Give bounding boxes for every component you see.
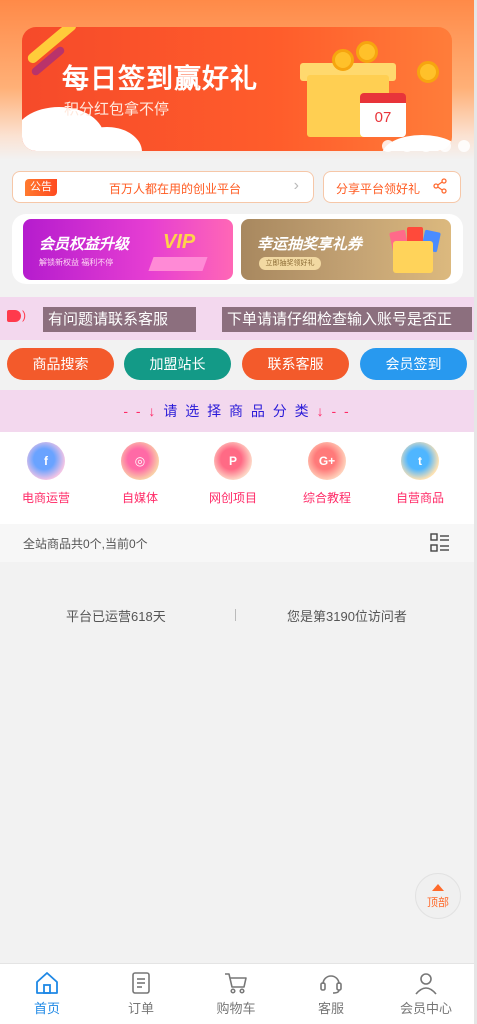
nav-label: 首页 [33,1001,60,1016]
join-agent-button[interactable]: 加盟站长 [124,348,231,380]
back-to-top-label: 顶部 [427,897,449,909]
notice-text: 百万人都在用的创业平台 [109,182,242,196]
share-label: 分享平台领好礼 [336,182,421,196]
category-online-projects[interactable]: P 网创项目 [193,442,273,506]
lucky-draw-card[interactable]: 幸运抽奖享礼券 立即抽奖领好礼 [241,219,451,280]
gift-box-icon [393,241,433,273]
bottom-navigation: 首页 订单 购物车 客服 会员中心 [0,963,474,1024]
nav-home[interactable]: 首页 [0,970,94,1017]
nav-label: 购物车 [216,1001,256,1016]
member-sign-in-button[interactable]: 会员签到 [360,348,467,380]
speaker-icon [7,310,21,322]
speaker-wave-icon: ) [22,308,26,322]
promo-section: 会员权益升级 解锁新权益 福利不停 VIP 幸运抽奖享礼券 立即抽奖领好礼 [12,214,463,284]
page: 每日签到赢好礼 积分红包拿不停 07 公告 百万人都在用的创业平台 › 分享平台… [0,0,474,1024]
pagination-dot[interactable] [382,140,394,152]
calendar-day: 07 [374,109,392,126]
coin-icon [417,61,439,83]
headset-icon [318,970,344,996]
marquee-item: 有问题请联系客服 [43,307,196,332]
prompt-text: 请 选 择 商 品 分 类 [163,403,311,419]
nav-cart[interactable]: 购物车 [189,970,283,1017]
nav-orders[interactable]: 订单 [94,970,188,1017]
nav-label: 订单 [127,1001,154,1016]
category-label: 自媒体 [121,491,158,505]
share-button[interactable]: 分享平台领好礼 [323,171,461,203]
calendar-icon: 07 [360,93,406,137]
vip-plate-decoration [148,257,208,271]
nav-member-center[interactable]: 会员中心 [379,970,473,1017]
cart-icon [223,970,249,996]
category-prompt: - - ↓ 请 选 择 商 品 分 类 ↓ - - [0,390,474,432]
notice-bar[interactable]: 公告 百万人都在用的创业平台 › [12,171,314,203]
category-label: 网创项目 [208,491,257,505]
share-icon [432,178,448,197]
category-own-products[interactable]: t 自营商品 [380,442,460,506]
visitor-count-text: 您是第3190位访问者 [287,609,407,624]
promo-title: 会员权益升级 [39,236,130,253]
pagination-dot[interactable] [458,140,470,152]
vip-upgrade-card[interactable]: 会员权益升级 解锁新权益 福利不停 VIP [23,219,233,280]
prompt-decoration: ↓ - - [316,403,351,419]
sign-in-banner[interactable]: 每日签到赢好礼 积分红包拿不停 07 [22,27,452,151]
promo-subtitle: 立即抽奖领好礼 [259,257,321,270]
order-icon [128,970,154,996]
nav-service[interactable]: 客服 [284,970,378,1017]
layout-toggle-icon[interactable] [430,533,450,553]
coin-icon [332,49,354,71]
notice-tag: 公告 [25,179,57,196]
banner-title: 每日签到赢好礼 [62,64,258,94]
nav-label: 会员中心 [399,1001,452,1016]
category-tutorials[interactable]: G+ 综合教程 [287,442,367,506]
product-search-button[interactable]: 商品搜索 [7,348,114,380]
promo-subtitle: 解锁新权益 福利不停 [39,258,114,267]
pagination-dot[interactable] [420,140,432,152]
facebook-icon: f [27,442,65,480]
nav-label: 客服 [317,1001,344,1016]
instagram-icon: ◎ [121,442,159,480]
category-label: 电商运营 [21,491,70,505]
banner-subtitle: 积分红包拿不停 [64,101,170,118]
promo-title: 幸运抽奖享礼券 [257,236,363,253]
category-self-media[interactable]: ◎ 自媒体 [100,442,180,506]
contact-service-button[interactable]: 联系客服 [242,348,349,380]
marquee-item: 下单请请仔细检查输入账号是否正 [222,307,472,332]
category-label: 自营商品 [395,491,444,505]
product-count-bar: 全站商品共0个,当前0个 [0,524,474,562]
pagination-dot[interactable] [439,140,451,152]
arrow-up-icon [432,884,444,891]
banner-pagination [382,140,477,152]
product-count-text: 全站商品共0个,当前0个 [23,537,148,551]
home-icon [34,970,60,996]
category-label: 综合教程 [302,491,351,505]
back-to-top-button[interactable]: 顶部 [415,873,461,919]
stats-divider [235,609,236,621]
pinterest-icon: P [214,442,252,480]
category-list: f 电商运营 ◎ 自媒体 P 网创项目 G+ 综合教程 t 自营商品 [0,432,474,524]
operating-days-text: 平台已运营618天 [66,609,166,624]
coin-icon [356,41,378,63]
chevron-right-icon: › [293,177,299,194]
google-plus-icon: G+ [308,442,346,480]
twitter-icon: t [401,442,439,480]
category-ecommerce[interactable]: f 电商运营 [6,442,86,506]
pagination-dot[interactable] [401,140,413,152]
user-icon [413,970,439,996]
vip-badge: VIP [163,231,196,253]
announcement-marquee: ) 有问题请联系客服 下单请请仔细检查输入账号是否正 [0,297,474,340]
prompt-decoration: - - ↓ [123,403,158,419]
